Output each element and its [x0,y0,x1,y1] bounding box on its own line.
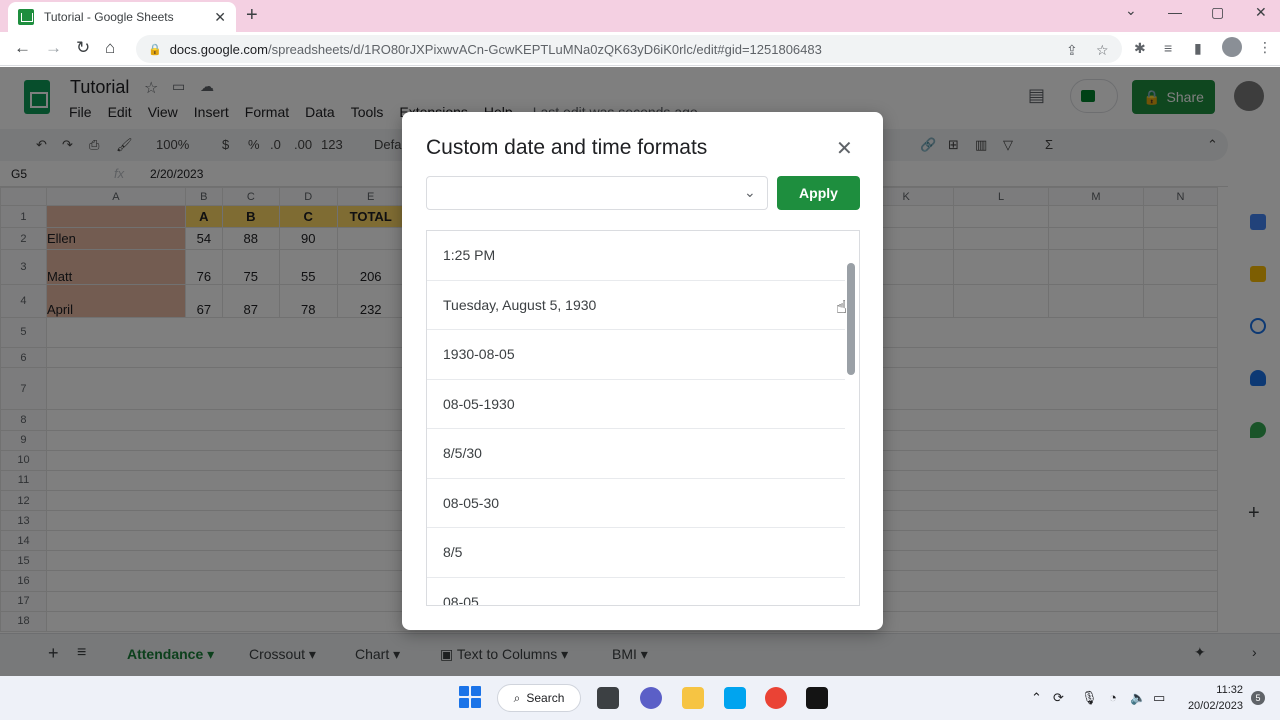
tab-close-icon[interactable]: ✕ [214,9,226,26]
windows-start-icon[interactable] [459,686,481,708]
format-option[interactable]: 08-05-1930 [427,380,845,429]
share-page-icon[interactable]: ⇪ [1066,42,1078,59]
chevron-down-icon[interactable]: ⌄ [744,184,756,201]
lock-icon: 🔒 [148,43,162,56]
task-view-icon[interactable] [597,687,619,709]
reload-icon[interactable]: ↻ [76,38,90,58]
extensions-puzzle-icon[interactable]: ✱ [1134,40,1146,57]
windows-taskbar: ⌕ Search ⌃ ⟳ 🎙 ◔ 🔈 ▭ 11:32 20/02/2023 5 [0,676,1280,720]
volume-icon[interactable]: 🔈 [1130,690,1146,706]
format-option[interactable]: 08-05 [427,578,845,605]
clock-date: 20/02/2023 [1187,700,1243,712]
browser-tabstrip: Tutorial - Google Sheets ✕ + ⌄ — ▢ ✕ [0,0,1280,32]
search-label: Search [526,691,565,705]
format-option[interactable]: 8/5 [427,528,845,578]
address-bar[interactable]: 🔒 docs.google.com/spreadsheets/d/1RO80rJ… [136,35,1122,63]
taskbar-search[interactable]: ⌕ Search [497,684,581,712]
format-option[interactable]: 8/5/30 [427,429,845,479]
teams-chat-icon[interactable] [640,687,662,709]
profile-avatar[interactable] [1222,37,1242,57]
custom-date-time-dialog: Custom date and time formats ✕ ⌄ Apply 1… [402,112,883,630]
file-explorer-icon[interactable] [682,687,704,709]
side-panel-icon[interactable]: ▮ [1194,40,1202,57]
clock-time: 11:32 [1216,684,1243,696]
wifi-icon[interactable]: ◔ [1109,690,1117,705]
netflix-icon[interactable] [806,687,828,709]
back-arrow-icon[interactable]: ← [14,38,31,58]
browser-toolbar: ← → ↻ ⌂ 🔒 docs.google.com/spreadsheets/d… [0,32,1280,66]
chrome-menu-icon[interactable]: ⋮ [1258,39,1272,56]
format-option[interactable]: 08-05-30 [427,479,845,528]
close-icon[interactable]: ✕ [836,136,853,161]
sync-icon[interactable]: ⟳ [1053,690,1064,706]
url-host: docs.google.com [169,41,268,57]
minimize-button[interactable]: — [1168,4,1182,20]
window-close-button[interactable]: ✕ [1255,4,1267,21]
new-tab-button[interactable]: + [246,4,258,27]
apply-button[interactable]: Apply [777,176,860,210]
taskbar-clock[interactable]: 11:32 20/02/2023 [1183,682,1243,714]
bookmark-star-icon[interactable]: ☆ [1096,42,1109,59]
microphone-icon[interactable]: 🎙 [1081,690,1098,706]
tray-overflow-chevron-icon[interactable]: ⌃ [1031,690,1042,706]
search-icon: ⌕ [513,690,521,705]
chrome-icon[interactable] [765,687,787,709]
url-path: /spreadsheets/d/1RO80rJXPixwvACn-GcwKEPT… [267,41,822,57]
tab-title: Tutorial - Google Sheets [44,10,174,24]
format-option[interactable]: 1930-08-05 [427,330,845,380]
format-option[interactable]: 1:25 PM [427,231,845,281]
hand-cursor-icon: ☝ [836,297,847,317]
reading-list-icon[interactable]: ≡ [1164,40,1172,56]
maximize-button[interactable]: ▢ [1211,4,1224,21]
format-option[interactable]: Tuesday, August 5, 1930 [427,281,845,330]
dialog-title: Custom date and time formats [426,136,708,159]
battery-icon[interactable]: ▭ [1153,690,1165,706]
notification-badge[interactable]: 5 [1251,691,1265,705]
tab-search-chevron-icon[interactable]: ⌄ [1125,2,1137,19]
format-list: 1:25 PM Tuesday, August 5, 1930 1930-08-… [426,230,860,606]
sheets-favicon-icon [18,9,34,25]
forward-arrow-icon[interactable]: → [45,38,62,58]
browser-tab[interactable]: Tutorial - Google Sheets ✕ [8,2,236,32]
format-input[interactable] [426,176,768,210]
snipping-tool-icon[interactable] [724,687,746,709]
list-scrollbar[interactable] [847,263,855,375]
home-icon[interactable]: ⌂ [105,38,115,58]
